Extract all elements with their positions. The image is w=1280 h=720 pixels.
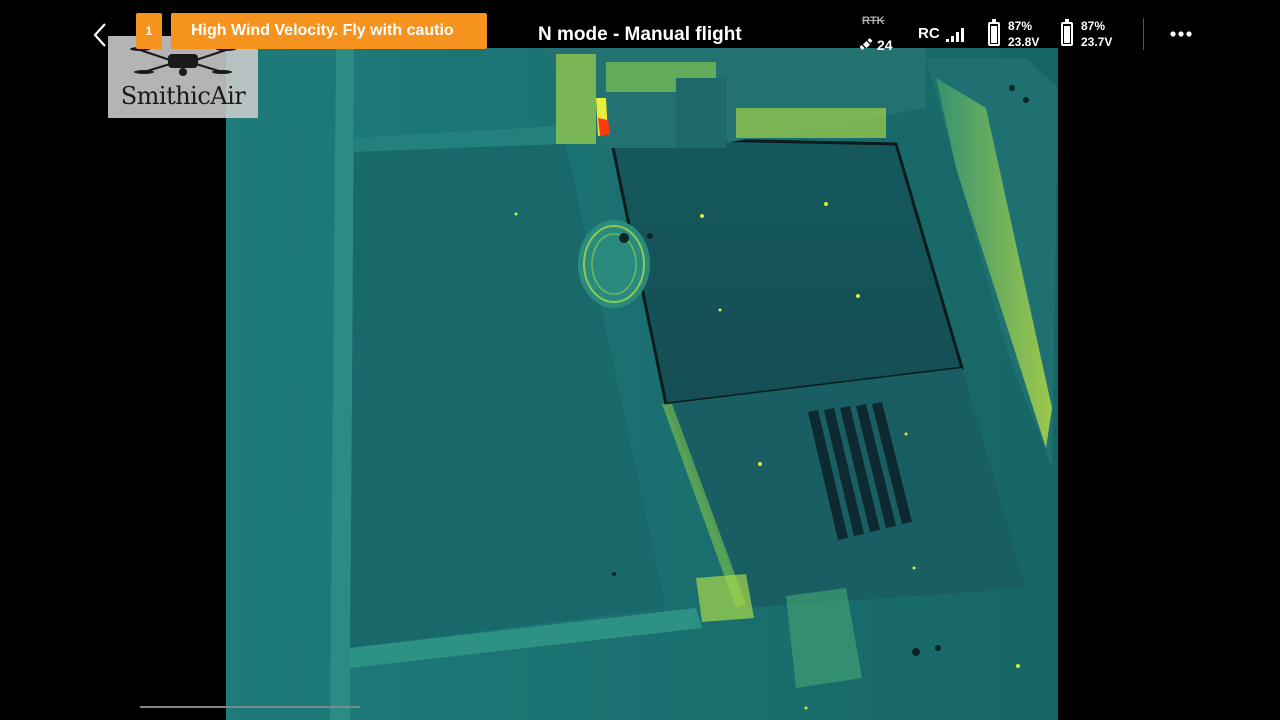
rtk-label: RTK: [862, 15, 885, 27]
signal-bars-icon: [945, 28, 964, 42]
rtk-status[interactable]: RTK 24: [860, 15, 902, 57]
battery-1-voltage: 23.8V: [1008, 35, 1040, 49]
battery-icon: [988, 19, 1000, 46]
satellite-count: 24: [877, 37, 893, 53]
battery-1-percent: 87%: [1008, 19, 1033, 33]
topbar-divider: [1143, 18, 1144, 50]
battery-2[interactable]: 87% 23.7V: [1061, 18, 1112, 50]
battery-2-voltage: 23.7V: [1081, 35, 1113, 49]
chevron-left-icon: [93, 23, 106, 47]
more-dots-icon: [1170, 31, 1192, 37]
battery-1[interactable]: 87% 23.8V: [988, 18, 1039, 50]
rc-signal[interactable]: RC: [918, 25, 964, 42]
brand-name: SmithicAir: [120, 82, 246, 110]
rc-label: RC: [918, 25, 940, 42]
bottom-progress-line: [140, 706, 360, 708]
satellite-icon: [860, 38, 873, 50]
top-status-bar: 1 High Wind Velocity. Fly with cautio N …: [0, 0, 1280, 70]
battery-1-level: [991, 25, 997, 43]
battery-2-percent: 87%: [1081, 19, 1106, 33]
warning-count-badge[interactable]: 1: [136, 13, 162, 49]
thermal-camera-feed[interactable]: [226, 48, 1058, 720]
warning-banner[interactable]: High Wind Velocity. Fly with cautio: [171, 13, 487, 49]
more-button[interactable]: [1166, 24, 1198, 44]
battery-icon: [1061, 19, 1073, 46]
battery-2-level: [1064, 25, 1070, 43]
back-button[interactable]: [86, 18, 114, 52]
flight-mode-label[interactable]: N mode - Manual flight: [538, 24, 742, 46]
thermal-image: [226, 48, 1058, 720]
